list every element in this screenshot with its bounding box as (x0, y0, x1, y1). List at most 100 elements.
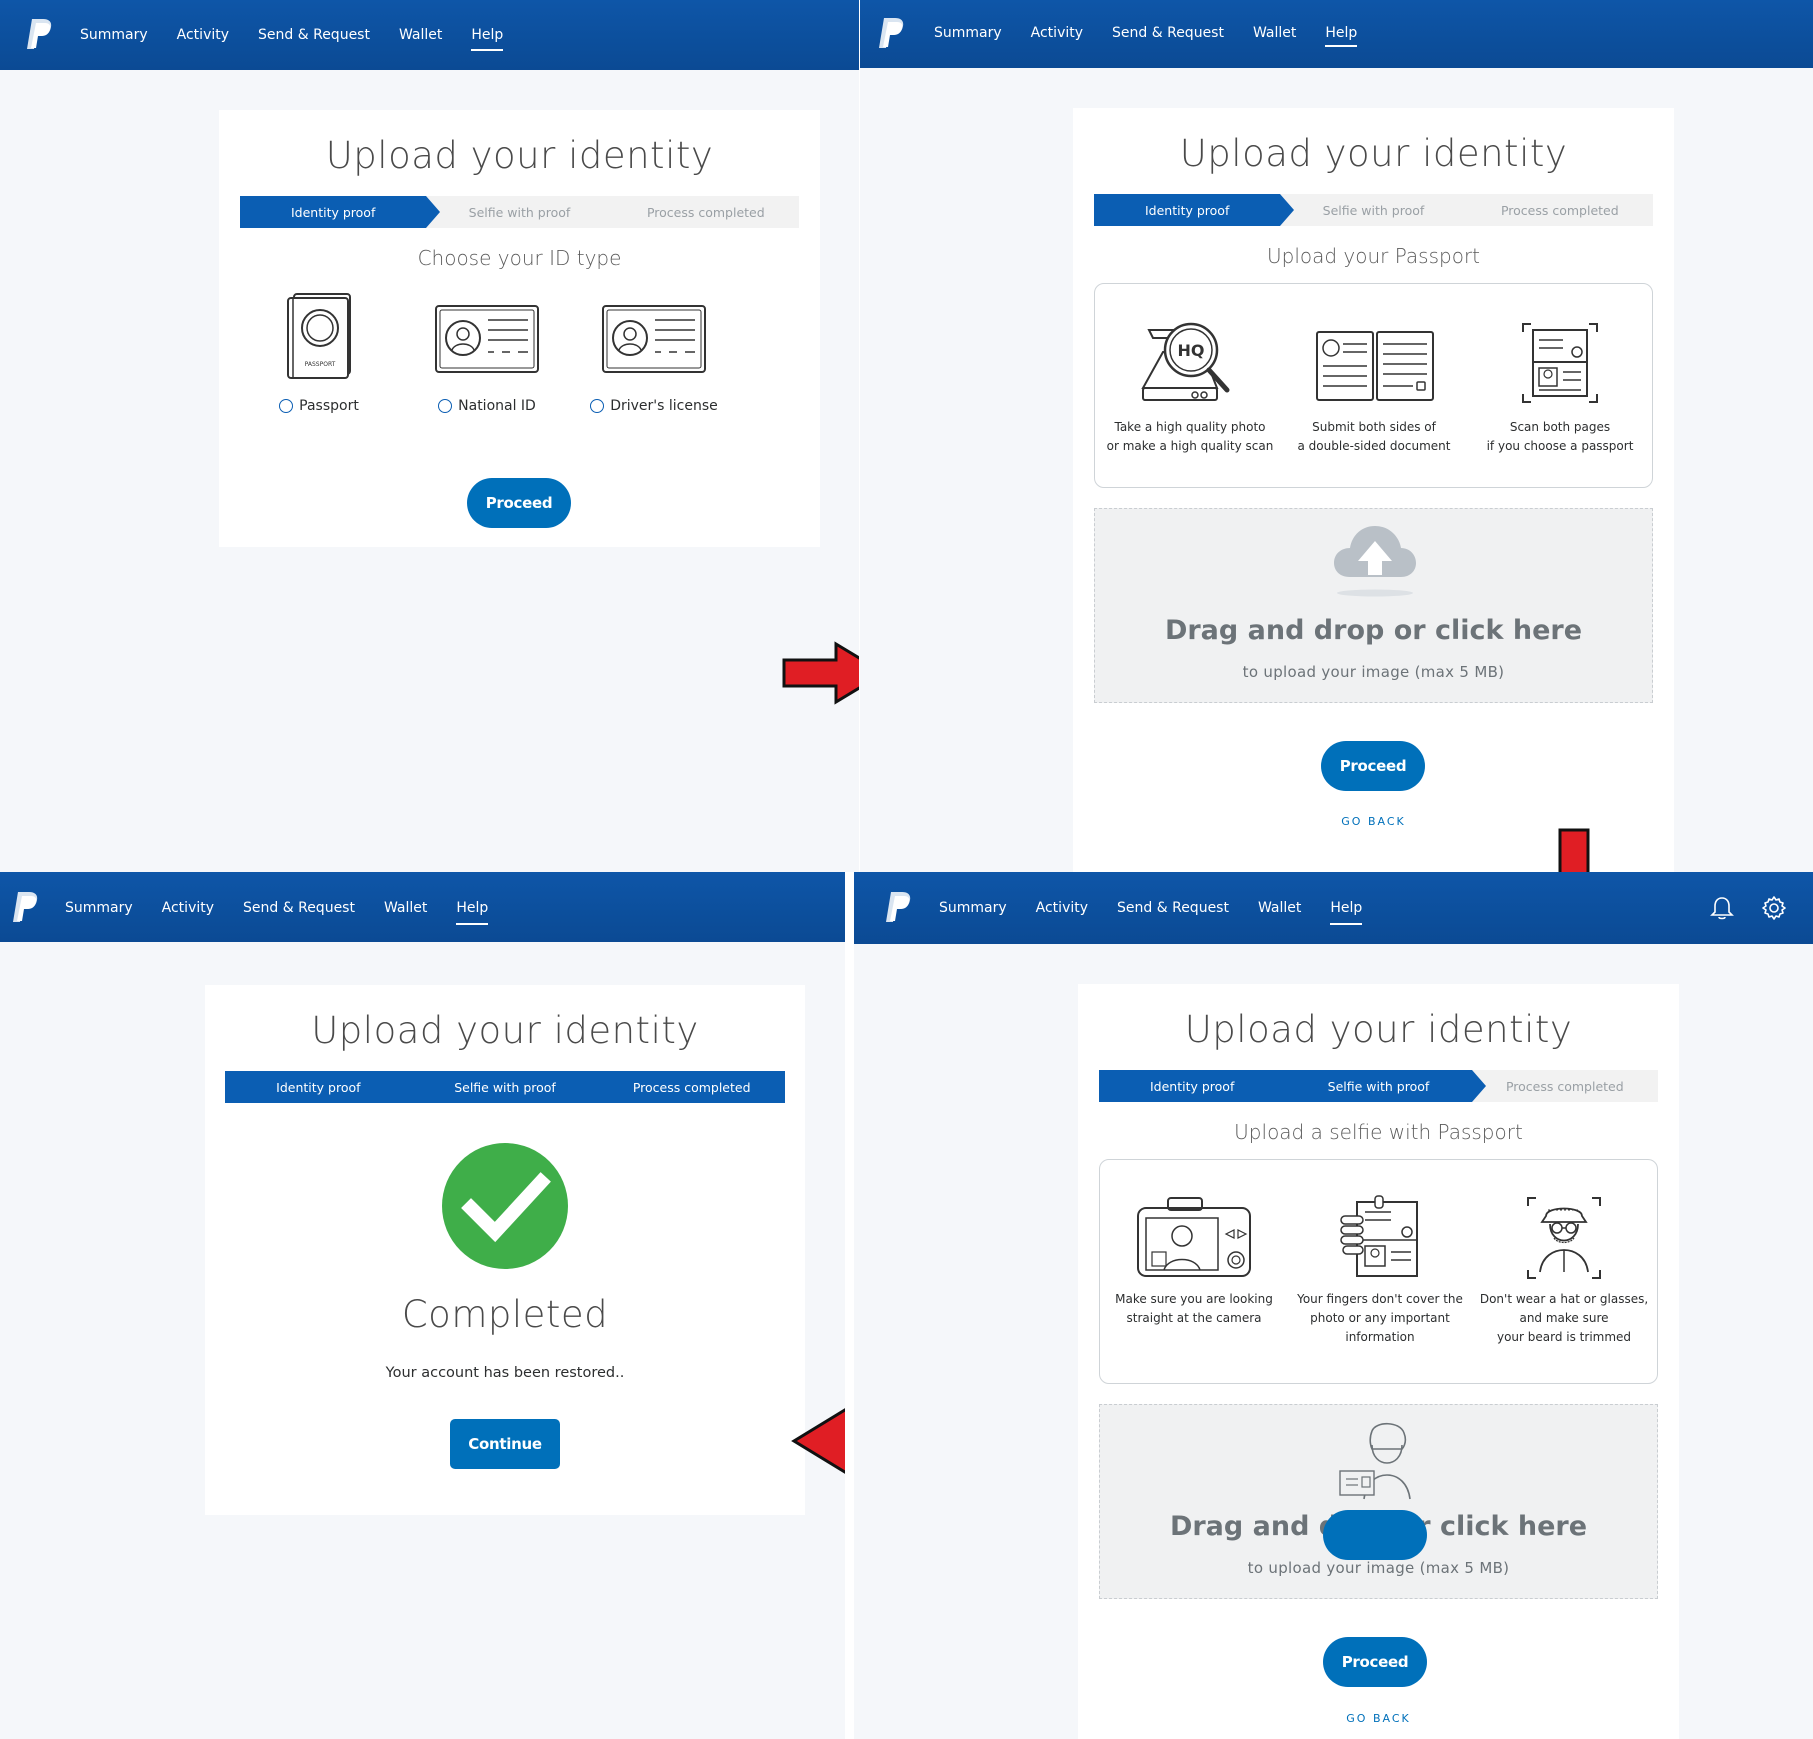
stepper: Identity proof Selfie with proof Process… (240, 196, 799, 228)
top-navbar: Summary Activity Send & Request Wallet H… (860, 0, 1813, 68)
nav-send-request[interactable]: Send & Request (258, 0, 370, 70)
national-id-label: National ID (458, 398, 536, 414)
national-id-radio-row[interactable]: National ID (407, 398, 567, 414)
two-sided-document-icon (1316, 331, 1434, 401)
identity-card: Upload your identity Identity proof Self… (1073, 108, 1674, 872)
option-passport[interactable]: PASSPORT Passport (239, 290, 399, 414)
national-id-radio[interactable] (438, 399, 453, 413)
step-identity-proof: Identity proof (1099, 1070, 1286, 1102)
arrow-left-icon (791, 1408, 845, 1474)
step-completed: Process completed (1505, 1078, 1624, 1094)
paypal-logo-icon[interactable] (885, 890, 913, 924)
identity-card: Upload your identity Identity proof Self… (1078, 984, 1679, 1739)
nav-summary[interactable]: Summary (934, 0, 1002, 66)
top-navbar: Summary Activity Send & Request Wallet H… (854, 872, 1813, 944)
license-radio[interactable] (590, 399, 605, 413)
nav-wallet[interactable]: Wallet (384, 872, 427, 944)
nav-activity[interactable]: Activity (1036, 872, 1088, 944)
choose-id-heading: Choose your ID type (417, 246, 622, 270)
paypal-logo-icon[interactable] (26, 17, 54, 51)
nav-summary[interactable]: Summary (80, 0, 148, 70)
continue-button[interactable]: Continue (450, 1419, 560, 1469)
nav-wallet[interactable]: Wallet (1258, 872, 1301, 944)
page-title: Upload your identity (325, 134, 714, 177)
stepper: Identity proof Selfie with proof Process… (1094, 194, 1653, 226)
page-title: Upload your identity (1179, 132, 1568, 175)
nav-activity[interactable]: Activity (162, 872, 214, 944)
tip-look-at-camera: Make sure you are looking straight at th… (1100, 1194, 1288, 1328)
paypal-logo-icon[interactable] (12, 890, 40, 924)
hq-badge-text: HQ (1178, 341, 1205, 360)
bell-icon[interactable] (1709, 895, 1735, 921)
selfie-dropzone[interactable]: Drag and drop or click here to upload yo… (1099, 1404, 1658, 1599)
nav-wallet[interactable]: Wallet (399, 0, 442, 70)
nav-menu: Summary Activity Send & Request Wallet H… (934, 0, 1386, 66)
tip-no-hat-line3: your beard is trimmed (1496, 1330, 1632, 1344)
proceed-button[interactable]: Proceed (467, 478, 571, 528)
passport-radio-row[interactable]: Passport (239, 398, 399, 414)
arrow-right-icon (782, 641, 859, 705)
top-navbar: Summary Activity Send & Request Wallet H… (0, 872, 845, 942)
scan-pages-icon (1522, 323, 1598, 403)
proceed-button[interactable]: Proceed (1323, 1637, 1427, 1687)
selfie-person-icon (1339, 1422, 1411, 1500)
paypal-logo-icon[interactable] (878, 16, 906, 50)
passport-radio[interactable] (279, 399, 294, 413)
step-identity-proof: Identity proof (1094, 194, 1295, 226)
hand-holding-id-icon (1340, 1195, 1418, 1277)
step-identity-proof: Identity proof (240, 196, 441, 228)
tip-fingers-line1: Your fingers don't cover the (1297, 1292, 1463, 1306)
tip-fingers-line3: information (1345, 1330, 1415, 1344)
nav-menu: Summary Activity Send & Request Wallet H… (939, 872, 1391, 944)
completed-heading: Completed (401, 1293, 609, 1336)
arrow-down-icon (1558, 828, 1590, 872)
upload-dropzone[interactable]: Drag and drop or click here to upload yo… (1094, 508, 1653, 703)
step-identity-proof: Identity proof (225, 1071, 412, 1103)
license-radio-row[interactable]: Driver's license (574, 398, 734, 414)
nav-summary[interactable]: Summary (65, 872, 133, 944)
tip-both-sides-line2: a double-sided document (1297, 439, 1451, 453)
top-navbar: Summary Activity Send & Request Wallet H… (0, 0, 859, 70)
upload-tips-box: HQ Take a high quality photo or make a h… (1094, 283, 1653, 488)
tip-look-line1: Make sure you are looking (1115, 1292, 1273, 1306)
dropzone-title: Drag and drop or click here (1164, 615, 1583, 646)
screen-upload-passport: Summary Activity Send & Request Wallet H… (860, 0, 1813, 872)
option-national-id[interactable]: National ID (407, 290, 567, 414)
nav-summary[interactable]: Summary (939, 872, 1007, 944)
tip-scan-pages-line2: if you choose a passport (1486, 439, 1634, 453)
option-drivers-license[interactable]: Driver's license (574, 290, 734, 414)
tip-no-hat-line2: and make sure (1519, 1311, 1609, 1325)
nav-wallet[interactable]: Wallet (1253, 0, 1296, 66)
nav-help[interactable]: Help (1330, 872, 1362, 944)
stepper: Identity proof Selfie with proof Process… (1099, 1070, 1658, 1102)
tip-look-line2: straight at the camera (1126, 1311, 1262, 1325)
go-back-link[interactable]: GO BACK (1078, 1712, 1679, 1725)
dropzone-subtitle: to upload your image (max 5 MB) (1247, 1559, 1510, 1577)
step-completed: Process completed (598, 1071, 786, 1103)
nav-send-request[interactable]: Send & Request (1112, 0, 1224, 66)
nav-help[interactable]: Help (456, 872, 488, 944)
screen-selfie-upload: Summary Activity Send & Request Wallet H… (854, 872, 1813, 1739)
selfie-heading: Upload a selfie with Passport (1234, 1120, 1523, 1144)
nav-send-request[interactable]: Send & Request (243, 872, 355, 944)
passport-icon: PASSPORT (287, 293, 351, 379)
nav-activity[interactable]: Activity (177, 0, 229, 70)
nav-right-icons (1709, 872, 1813, 944)
stepper: Identity proof Selfie with proof Process… (225, 1071, 786, 1103)
selfie-tips-box: Make sure you are looking straight at th… (1099, 1159, 1658, 1384)
nav-help[interactable]: Help (471, 0, 503, 70)
id-card-icon (435, 305, 539, 373)
gear-icon[interactable] (1761, 895, 1787, 921)
screen-completed: Summary Activity Send & Request Wallet H… (0, 872, 845, 1739)
success-check-icon (442, 1143, 568, 1269)
nav-activity[interactable]: Activity (1031, 0, 1083, 66)
nav-help[interactable]: Help (1325, 0, 1357, 66)
page-title: Upload your identity (1184, 1008, 1573, 1051)
identity-card: Upload your identity Identity proof Self… (219, 110, 820, 547)
tip-both-sides-line1: Submit both sides of (1312, 420, 1436, 434)
passport-label: Passport (299, 398, 359, 414)
cloud-upload-icon (1334, 526, 1416, 597)
proceed-button[interactable]: Proceed (1321, 741, 1425, 791)
nav-send-request[interactable]: Send & Request (1117, 872, 1229, 944)
man-with-hat-icon (1527, 1197, 1601, 1279)
